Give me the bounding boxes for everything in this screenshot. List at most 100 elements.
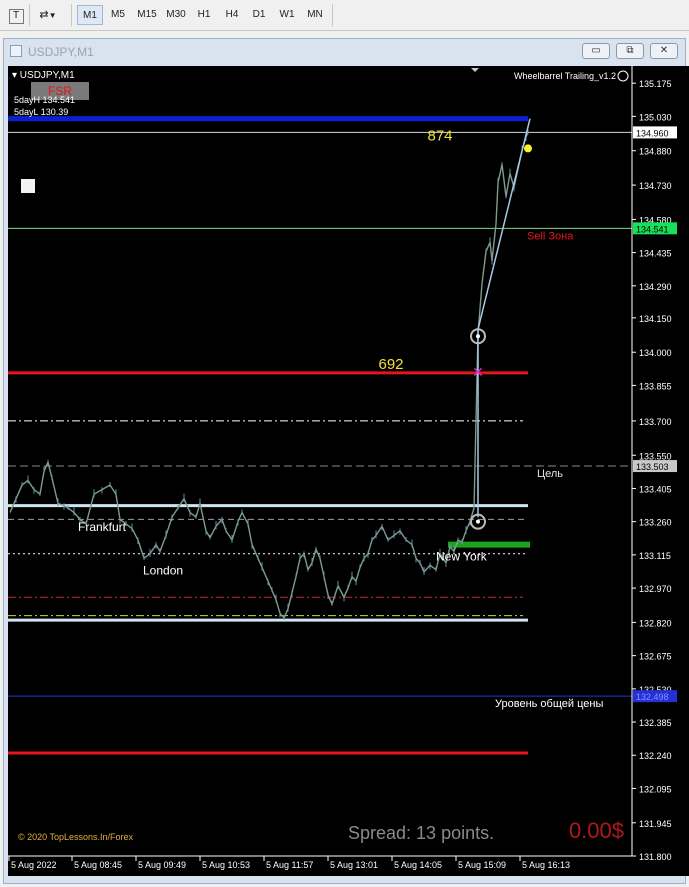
y-axis-tick-label: 132.385 [639, 718, 672, 728]
price-bar [199, 503, 207, 531]
text-tool-button[interactable]: T [6, 5, 26, 25]
timeframe-m15-button[interactable]: M15 [134, 5, 160, 25]
price-bar [347, 576, 353, 589]
chart-canvas[interactable]: ✕ 874 692 Sell Зона Цель Уровень общей цены Fr… [8, 66, 689, 876]
price-bar [331, 585, 339, 605]
y-axis-tick-label: 134.435 [639, 249, 672, 259]
price-bar [73, 512, 81, 520]
price-bar [39, 471, 45, 495]
signal-dot [524, 144, 532, 153]
price-bar [337, 585, 345, 598]
timeframe-d1-button[interactable]: D1 [246, 5, 272, 25]
price-bar [381, 525, 389, 541]
price-bar [311, 548, 317, 564]
price-bar [137, 539, 145, 559]
price-bar [505, 173, 511, 197]
x-axis-tick-label: 5 Aug 13:01 [330, 860, 378, 870]
price-bar [299, 553, 305, 559]
toolbar-separator [332, 4, 333, 26]
price-bar [375, 525, 383, 536]
y-axis-tick-label: 133.700 [639, 417, 672, 427]
text-tool-icon: T [8, 9, 24, 24]
timeframe-h1-button[interactable]: H1 [191, 5, 217, 25]
price-bar [411, 544, 417, 559]
y-axis-tick-label: 135.030 [639, 112, 672, 122]
price-bar [343, 587, 349, 598]
price-bar [51, 478, 59, 504]
price-bar [323, 576, 329, 596]
price-bar [303, 553, 309, 570]
profit-label: 0.00$ [569, 818, 624, 843]
x-axis-tick-label: 5 Aug 08:45 [74, 860, 122, 870]
price-bar [461, 530, 467, 543]
price-bar [319, 558, 325, 577]
timeframe-h4-button[interactable]: H4 [219, 5, 245, 25]
price-bar [367, 539, 373, 554]
window-title: USDJPY,M1 [28, 45, 94, 59]
price-bar [355, 567, 361, 582]
price-bar [287, 592, 293, 609]
price-bar [93, 489, 103, 495]
minimize-button[interactable]: ▭ [582, 43, 610, 59]
price-bar [247, 523, 253, 545]
price-bar [415, 557, 421, 564]
trail-marker-dot [476, 334, 480, 339]
price-bar [423, 564, 431, 573]
restore-button[interactable]: ⧉ [616, 43, 644, 59]
price-bar [351, 576, 357, 582]
price-bar [67, 507, 75, 514]
price-bar [387, 534, 395, 541]
price-bar [261, 567, 269, 582]
y-axis-tick-label: 131.945 [639, 819, 672, 829]
day-low-label: 5dayL 130.39 [14, 107, 68, 117]
x-axis-tick-label: 5 Aug 16:13 [522, 860, 570, 870]
y-axis-tick-label: 134.880 [639, 147, 672, 157]
arrows-tool-button[interactable]: ⇄▼ [33, 5, 63, 25]
session-newyork-label: New York [436, 550, 488, 564]
price-tag-target: 133.503 [636, 462, 669, 472]
toolbar: T ⇄▼ M1 M5 M15 M30 H1 H4 D1 W1 MN [0, 0, 689, 31]
timeframe-mn-button[interactable]: MN [302, 5, 328, 25]
timeframe-m30-button[interactable]: M30 [163, 5, 189, 25]
y-axis-tick-label: 134.000 [639, 348, 672, 358]
price-bar [125, 523, 133, 530]
x-axis-tick-label: 5 Aug 11:57 [266, 860, 313, 870]
y-axis-tick-label: 135.175 [639, 79, 672, 89]
price-bar [257, 558, 263, 568]
price-bar [295, 558, 301, 577]
minimize-icon: ▭ [591, 45, 601, 56]
y-axis-tick-label: 134.730 [639, 181, 672, 191]
price-bar [271, 590, 277, 600]
copyright-label: © 2020 TopLessons.In/Forex [18, 832, 134, 842]
y-axis-tick-label: 132.240 [639, 751, 672, 761]
price-bar [143, 553, 151, 559]
y-axis-tick-label: 132.095 [639, 784, 672, 794]
price-bar [155, 544, 161, 552]
count-top-label: 874 [427, 127, 452, 144]
y-axis-tick-label: 133.115 [639, 551, 671, 561]
y-axis-tick-label: 132.820 [639, 618, 672, 628]
x-axis-tick-label: 5 Aug 09:49 [138, 860, 186, 870]
price-bar [205, 530, 211, 539]
toolbar-separator [29, 4, 30, 26]
price-bar [429, 564, 437, 571]
x-axis-tick-label: 5 Aug 2022 [11, 860, 57, 870]
price-bar [15, 484, 23, 500]
target-label: Цель [537, 468, 563, 480]
chart-symbol: ▾ USDJPY,M1 [12, 70, 75, 81]
x-axis-tick-label: 5 Aug 10:53 [202, 860, 250, 870]
price-bar [231, 521, 239, 541]
timeframe-m5-button[interactable]: M5 [105, 5, 131, 25]
timeframe-m1-button[interactable]: M1 [77, 5, 103, 25]
smiley-icon [617, 70, 629, 82]
close-button[interactable]: ✕ [650, 43, 678, 59]
price-bar [189, 511, 197, 518]
price-tag-total: 132.498 [636, 692, 669, 702]
window-titlebar: USDJPY,M1 ▭ ⧉ ✕ [4, 39, 685, 65]
timeframe-w1-button[interactable]: W1 [274, 5, 300, 25]
y-axis-tick-label: 134.150 [639, 314, 672, 324]
sell-zone-label: Sell Зона [527, 230, 574, 242]
session-frankfurt-label: Frankfurt [78, 520, 127, 534]
price-bar [149, 544, 157, 555]
price-chart[interactable]: ✕ 874 692 Sell Зона Цель Уровень общей цены Fr… [8, 66, 689, 876]
